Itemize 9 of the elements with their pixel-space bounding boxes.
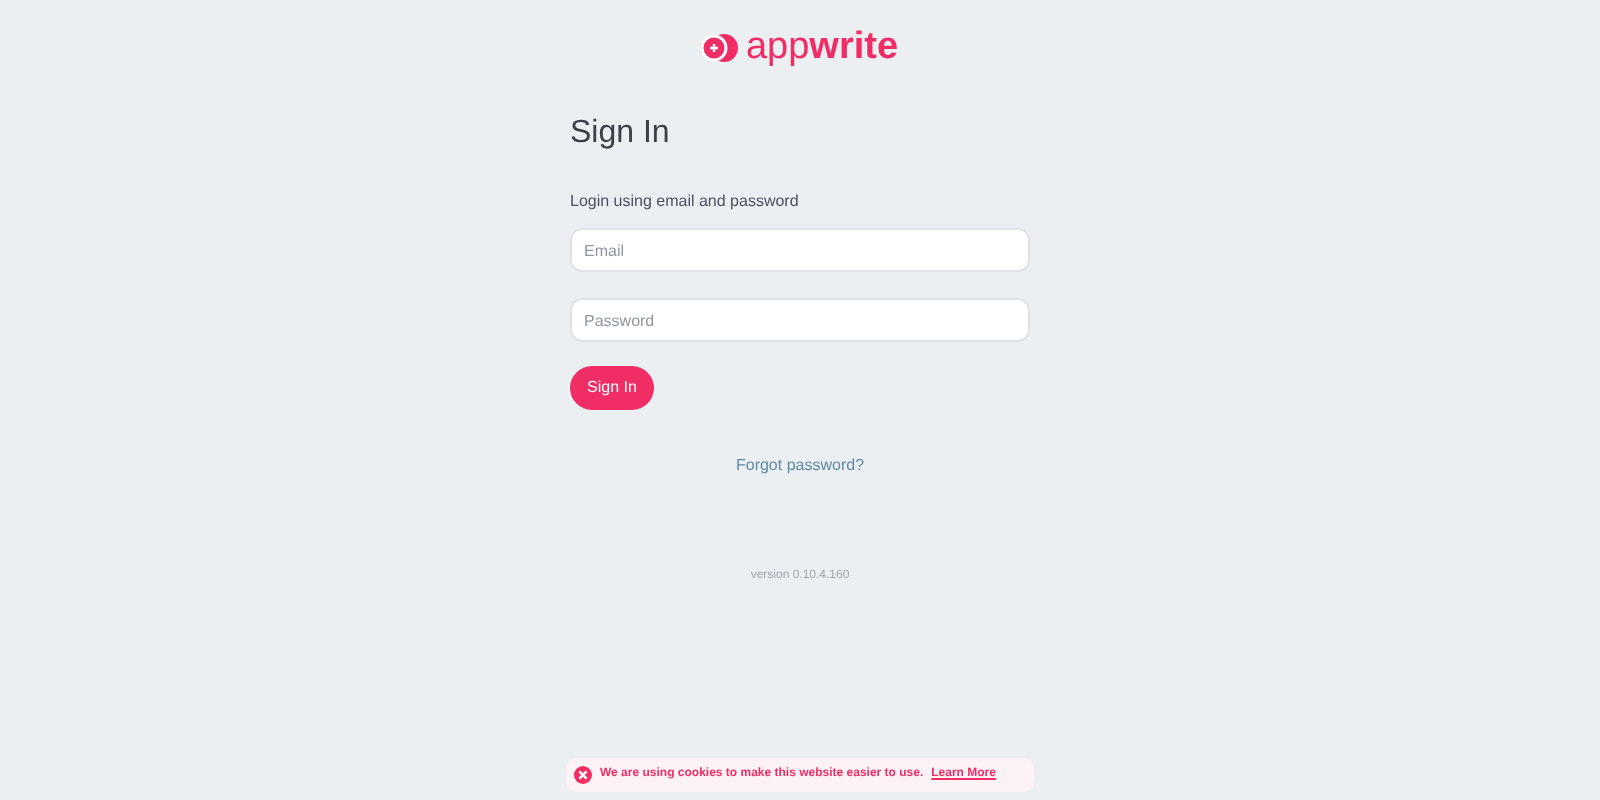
sign-in-button[interactable]: Sign In <box>570 366 654 410</box>
logo-icon <box>701 33 738 61</box>
subtitle: Login using email and password <box>570 190 801 214</box>
logo-wordmark: appwrite <box>745 28 899 66</box>
page-title: Sign In <box>570 118 672 150</box>
input-field[interactable]: Password <box>570 298 1030 342</box>
input-field[interactable]: Email <box>570 228 1030 272</box>
close-icon[interactable] <box>574 766 592 784</box>
forgot-password-link[interactable]: Forgot password? <box>735 454 865 478</box>
